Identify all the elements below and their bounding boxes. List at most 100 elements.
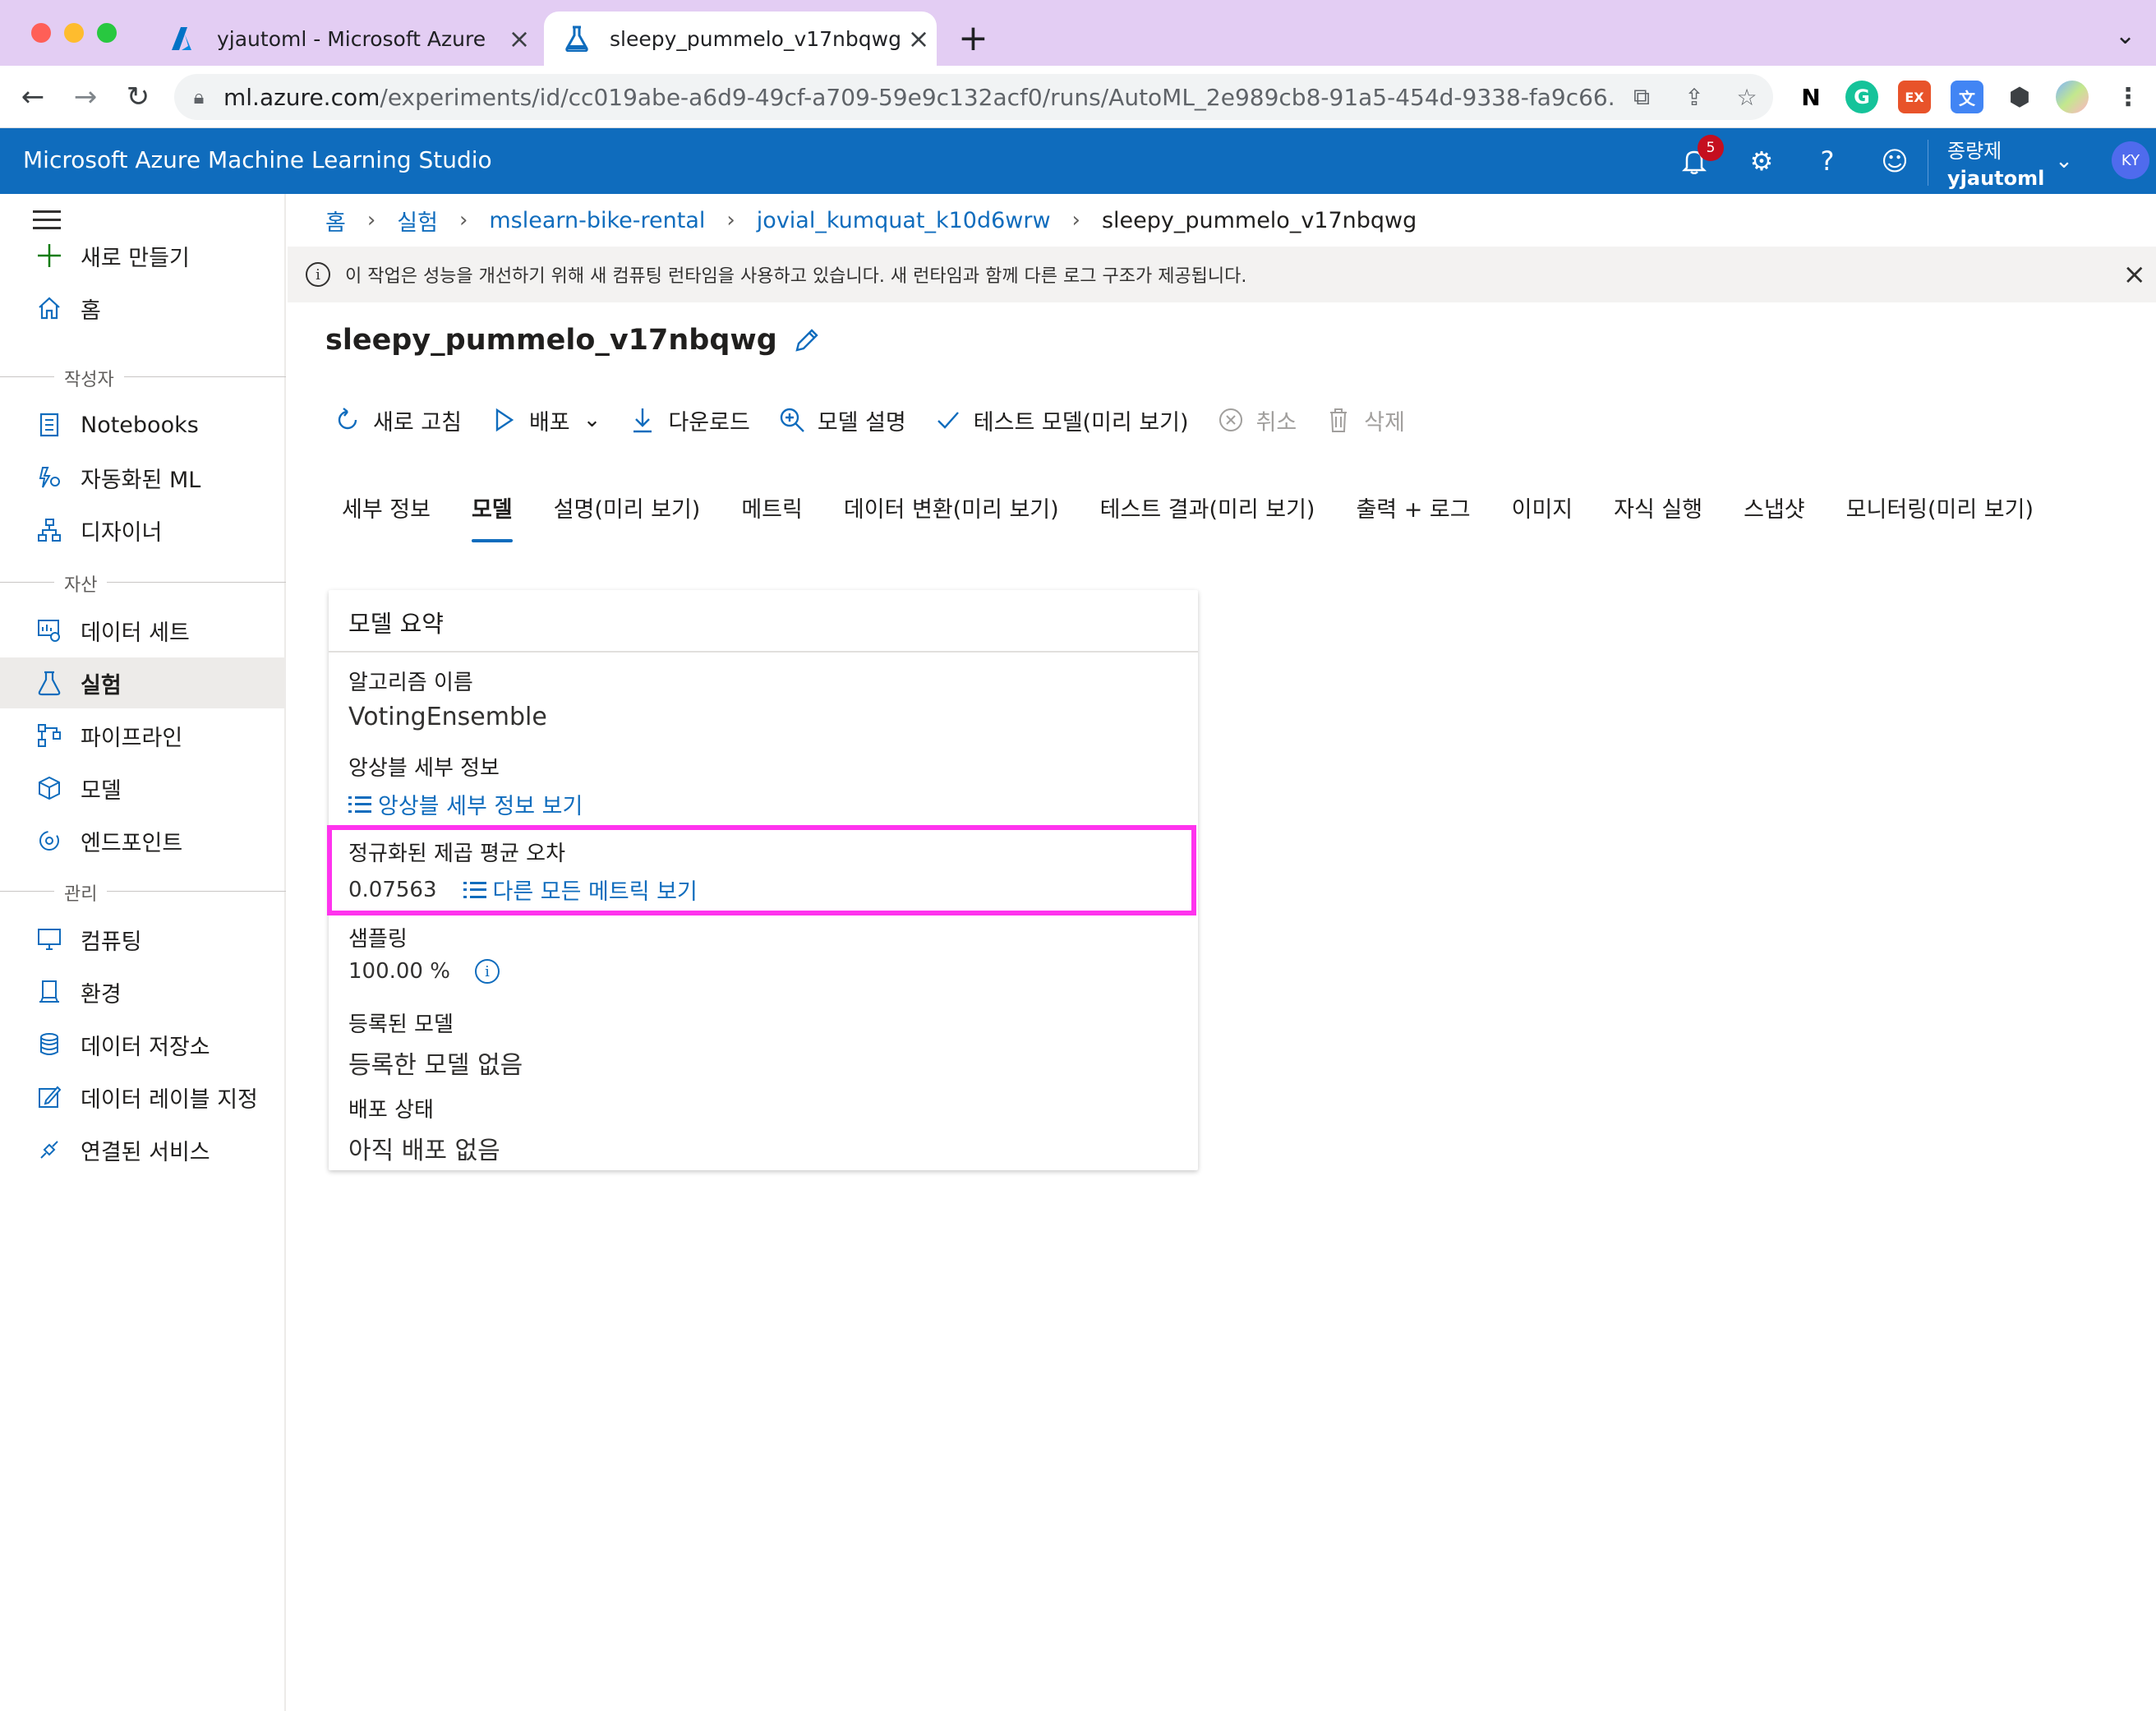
info-icon[interactable]: i [474,959,500,984]
close-tab-icon[interactable]: × [901,23,937,54]
close-icon[interactable]: × [2123,258,2147,291]
refresh-button[interactable]: 새로 고침 [334,404,462,436]
share-icon[interactable]: ⇪ [1668,84,1721,111]
ensemble-label: 앙상블 세부 정보 [348,756,500,781]
notion-extension-icon[interactable]: N [1794,81,1827,113]
metric-highlight-box [327,825,1196,915]
environment-icon [33,975,66,1008]
tab-explanations[interactable]: 설명(미리 보기) [537,485,717,542]
tab-details[interactable]: 세부 정보 [325,485,447,542]
nav-item-label: 컴퓨팅 [81,929,142,955]
tab-monitoring[interactable]: 모니터링(미리 보기) [1830,485,2050,542]
info-message-bar: i 이 작업은 성능을 개선하기 위해 새 컴퓨팅 런타임을 사용하고 있습니다… [288,247,2156,302]
user-avatar[interactable]: KY [2112,141,2149,179]
account-switcher[interactable]: 종량제 yjautoml [1947,135,2044,190]
close-tab-icon[interactable]: × [501,23,537,54]
new-tab-button[interactable]: + [958,18,988,59]
bookmark-star-icon[interactable]: ☆ [1721,84,1773,111]
reload-button[interactable]: ↻ [118,77,158,117]
tab-images[interactable]: 이미지 [1495,485,1590,542]
back-button[interactable]: ← [13,77,53,117]
account-chevron-down-icon[interactable]: ⌄ [2046,143,2082,179]
ensemble-field: 앙상블 세부 정보 앙상블 세부 정보 보기 [348,751,583,820]
nav-item-label: 자동화된 ML [81,467,201,493]
translate-page-icon[interactable]: ⧉ [1615,83,1668,111]
address-bar[interactable]: 🔒︎ ml.azure.com/experiments/id/cc019abe-… [174,74,1773,120]
tab-test-results[interactable]: 테스트 결과(미리 보기) [1084,485,1332,542]
close-window-button[interactable] [31,23,51,43]
tab-child-runs[interactable]: 자식 실행 [1597,485,1719,542]
sampling-label: 샘플링 [348,927,408,952]
nav-item-automated-ml[interactable]: 자동화된 ML [0,452,286,503]
nav-item-endpoints[interactable]: 엔드포인트 [0,815,286,866]
nav-item-datasets[interactable]: 데이터 세트 [0,605,286,656]
nav-item-label: 데이터 세트 [81,620,190,646]
settings-gear-icon[interactable]: ⚙ [1744,143,1780,179]
edit-pencil-icon[interactable] [792,325,822,355]
minimize-window-button[interactable] [64,23,84,43]
deploy-button[interactable]: 배포 ⌄ [490,404,601,436]
tab-search-chevron-icon[interactable]: ⌄ [2115,21,2135,50]
breadcrumb-experiment[interactable]: mslearn-bike-rental [489,208,705,233]
nav-item-experiments[interactable]: 실험 [0,657,286,708]
extensions-puzzle-icon[interactable]: ⬢ [2003,81,2036,113]
nav-item-notebooks[interactable]: Notebooks [0,399,286,450]
workspace-name: yjautoml [1947,167,2045,190]
download-button[interactable]: 다운로드 [629,404,750,436]
feedback-smiley-icon[interactable]: ☺ [1877,143,1913,179]
tab-outputs-logs[interactable]: 출력 + 로그 [1339,485,1486,542]
tab-title: yjautoml - Microsoft Azure [217,26,486,51]
tab-metrics[interactable]: 메트릭 [725,485,819,542]
label-edit-icon [33,1081,66,1114]
test-model-button[interactable]: 테스트 모델(미리 보기) [934,404,1189,436]
registered-model-value: 등록한 모델 없음 [348,1051,523,1080]
nav-section-manage: 관리 [0,879,286,906]
sampling-row: 100.00 % i [348,959,500,984]
nav-item-designer[interactable]: 디자이너 [0,505,286,556]
browser-tab-azure[interactable]: yjautoml - Microsoft Azure × [151,12,537,66]
run-command-bar: 새로 고침 배포 ⌄ 다운로드 모델 설명 테스트 모델(미리 보기) 취소 삭… [334,399,1433,440]
algorithm-field: 알고리즘 이름 VotingEnsemble [348,666,547,731]
nav-item-models[interactable]: 모델 [0,763,286,814]
pipeline-icon [33,719,66,752]
app-title[interactable]: Microsoft Azure Machine Learning Studio [23,146,492,173]
cancel-button[interactable]: 취소 [1217,404,1297,436]
ex-extension-icon[interactable]: EX [1898,81,1931,113]
nav-item-environments[interactable]: 환경 [0,966,286,1017]
delete-button[interactable]: 삭제 [1324,404,1405,436]
nav-item-compute[interactable]: 컴퓨팅 [0,914,286,965]
nav-item-datastores[interactable]: 데이터 저장소 [0,1019,286,1070]
url-text[interactable]: ml.azure.com/experiments/id/cc019abe-a6d… [223,84,1615,111]
nav-item-pipelines[interactable]: 파이프라인 [0,710,286,761]
run-name: sleepy_pummelo_v17nbqwg [325,324,777,357]
nav-item-label: 파이프라인 [81,725,183,751]
deploy-status-label: 배포 상태 [348,1098,434,1123]
nav-item-create-new[interactable]: 새로 만들기 [0,230,286,281]
nav-item-home[interactable]: 홈 [0,283,286,334]
profile-avatar-icon[interactable] [2056,81,2089,113]
app-header: Microsoft Azure Machine Learning Studio … [0,128,2156,194]
browser-tab-run[interactable]: sleepy_pummelo_v17nbqwg - × [544,12,937,66]
nav-item-linked-services[interactable]: 연결된 서비스 [0,1124,286,1175]
page-title: sleepy_pummelo_v17nbqwg [325,324,822,357]
google-translate-extension-icon[interactable]: 文 [1951,81,1983,113]
view-ensemble-details-link[interactable]: 앙상블 세부 정보 보기 [348,788,583,820]
grammarly-extension-icon[interactable]: G [1845,81,1878,113]
maximize-window-button[interactable] [97,23,117,43]
breadcrumb-experiments[interactable]: 실험 [397,205,438,237]
tab-models[interactable]: 모델 [455,485,529,542]
forward-button[interactable]: → [66,77,105,117]
nav-section-author: 작성자 [0,365,286,391]
help-icon[interactable]: ? [1809,143,1845,179]
sampling-field: 샘플링 100.00 % i [348,922,500,984]
checkmark-icon [934,406,962,434]
tab-snapshot[interactable]: 스냅샷 [1727,485,1822,542]
browser-menu-icon[interactable]: ⋮ [2112,81,2144,113]
nav-item-data-labeling[interactable]: 데이터 레이블 지정 [0,1072,286,1123]
download-icon [629,406,656,434]
breadcrumb-home[interactable]: 홈 [325,205,346,237]
breadcrumb-chevron-icon: › [1071,208,1080,233]
explain-model-button[interactable]: 모델 설명 [778,404,906,436]
breadcrumb-parent-run[interactable]: jovial_kumquat_k10d6wrw [757,208,1051,233]
tab-data-transformation[interactable]: 데이터 변환(미리 보기) [827,485,1076,542]
